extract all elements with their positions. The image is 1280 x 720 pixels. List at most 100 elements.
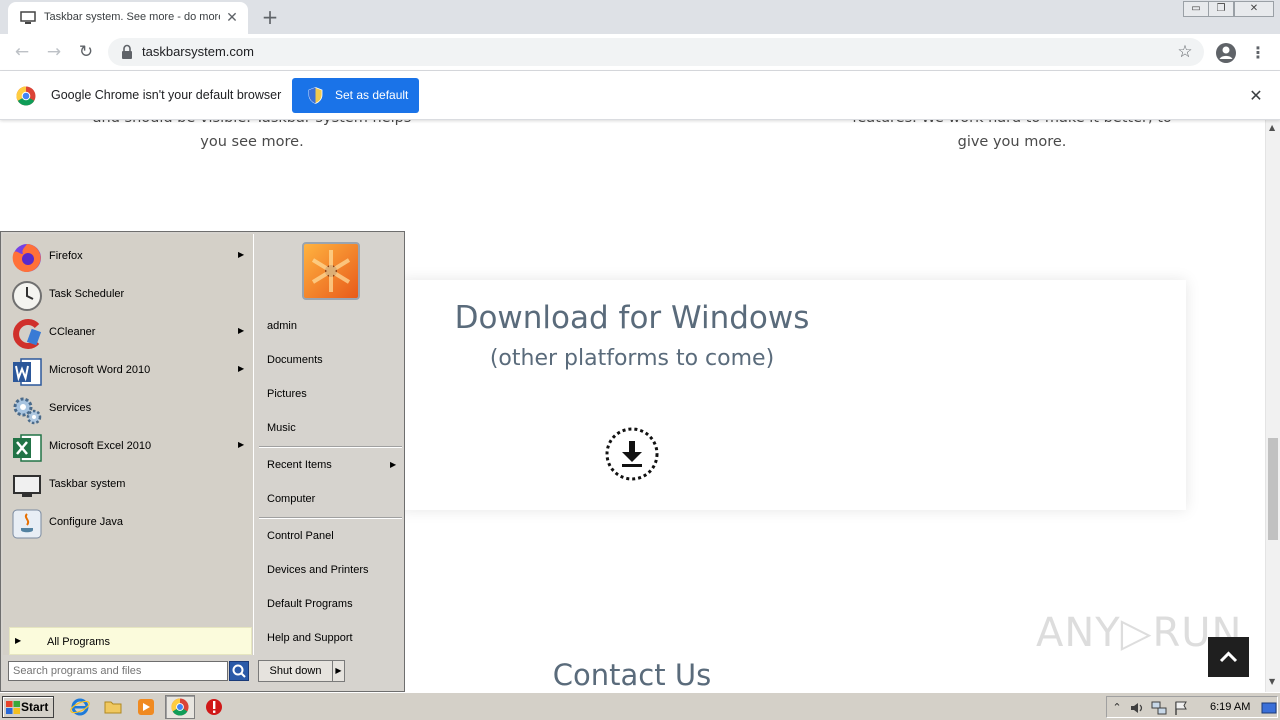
program-item-services[interactable]: Services — [9, 392, 253, 428]
profile-icon[interactable] — [1214, 41, 1238, 65]
place-label: Documents — [267, 354, 323, 366]
chevron-up-icon — [1219, 651, 1238, 663]
all-programs-arrow-icon: ▶ — [15, 636, 22, 645]
download-title: Download for Windows — [454, 300, 810, 336]
program-item-ccleaner[interactable]: CCleaner ▶ — [9, 316, 253, 352]
infobar-message: Google Chrome isn't your default browser — [51, 88, 282, 102]
program-label: Firefox — [49, 250, 83, 262]
place-item-pictures[interactable]: Pictures — [261, 383, 401, 407]
monitor-icon — [13, 475, 41, 497]
submenu-arrow-icon: ▶ — [238, 364, 245, 373]
windows-logo-icon — [6, 701, 20, 714]
shutdown-options-arrow-icon[interactable]: ▶ — [332, 660, 345, 682]
excel-icon — [13, 434, 42, 462]
back-button[interactable]: ← — [10, 40, 34, 64]
browser-tab[interactable]: Taskbar system. See more - do more ✕ — [8, 2, 248, 34]
download-icon[interactable] — [604, 426, 660, 482]
tray-expand-icon[interactable]: ⌃ — [1109, 700, 1125, 716]
program-item-excel[interactable]: Microsoft Excel 2010 ▶ — [9, 430, 253, 466]
tab-strip: Taskbar system. See more - do more ✕ + ▭… — [0, 0, 1280, 34]
all-programs-button[interactable]: ▶ All Programs — [9, 627, 252, 655]
network-icon[interactable] — [1151, 700, 1167, 716]
tab-title: Taskbar system. See more - do more — [44, 11, 220, 23]
place-item-admin[interactable]: admin — [261, 315, 401, 339]
show-desktop-icon[interactable] — [1261, 700, 1277, 716]
page-scrollbar[interactable]: ▲ ▼ — [1265, 120, 1280, 692]
reload-button[interactable]: ↻ — [74, 40, 98, 64]
program-label: Microsoft Word 2010 — [49, 364, 151, 376]
scroll-to-top-button[interactable] — [1208, 637, 1249, 677]
place-item-recent-items[interactable]: Recent Items ▶ — [261, 454, 401, 478]
url-text[interactable]: taskbarsystem.com — [142, 44, 254, 59]
monitor-icon — [20, 11, 36, 24]
bookmark-star-icon[interactable]: ☆ — [1174, 41, 1196, 63]
stop-sign-icon[interactable] — [204, 697, 224, 717]
place-item-music[interactable]: Music — [261, 417, 401, 441]
search-icon — [232, 664, 246, 678]
program-item-word[interactable]: Microsoft Word 2010 ▶ — [9, 354, 253, 390]
download-subtitle: (other platforms to come) — [489, 346, 775, 371]
browser-toolbar: ← → ↻ taskbarsystem.com ☆ ⋮ — [0, 34, 1280, 71]
taskbar-chrome-button[interactable] — [165, 695, 195, 719]
places-divider — [259, 517, 402, 519]
download-card: Download for Windows (other platforms to… — [400, 280, 1186, 510]
set-as-default-label: Set as default — [335, 88, 409, 102]
place-label: Default Programs — [267, 598, 353, 610]
program-label: Services — [49, 402, 92, 414]
start-search-button[interactable] — [229, 661, 249, 681]
user-avatar[interactable] — [302, 242, 360, 300]
place-label: Music — [267, 422, 296, 434]
start-search-input[interactable] — [8, 661, 228, 681]
start-menu: Firefox ▶ Task Scheduler CCleaner ▶ Micr… — [0, 231, 405, 692]
scroll-down-arrow-icon[interactable]: ▼ — [1269, 677, 1275, 686]
place-label: Recent Items — [267, 459, 332, 471]
tab-close-icon[interactable]: ✕ — [224, 10, 240, 26]
shutdown-button[interactable]: Shut down — [258, 660, 333, 682]
chrome-logo-icon — [16, 86, 36, 106]
maximize-button[interactable]: ❐ — [1208, 1, 1234, 17]
program-item-firefox[interactable]: Firefox ▶ — [9, 240, 253, 276]
program-label: Microsoft Excel 2010 — [49, 440, 152, 452]
clock-icon — [12, 281, 42, 311]
place-item-control-panel[interactable]: Control Panel — [261, 525, 401, 549]
program-item-task-scheduler[interactable]: Task Scheduler — [9, 278, 253, 314]
place-item-computer[interactable]: Computer — [261, 488, 401, 512]
default-browser-infobar: Google Chrome isn't your default browser… — [0, 71, 1280, 120]
folder-icon[interactable] — [103, 697, 123, 717]
action-center-flag-icon[interactable] — [1173, 700, 1189, 716]
lock-icon[interactable] — [120, 44, 134, 60]
feature-text-right: features. We work hard to make it better… — [852, 120, 1172, 150]
scroll-up-arrow-icon[interactable]: ▲ — [1269, 123, 1275, 132]
set-as-default-button[interactable]: Set as default — [292, 78, 419, 113]
place-item-help-and-support[interactable]: Help and Support — [261, 627, 401, 651]
contact-title: Contact Us — [552, 658, 712, 692]
program-label: Configure Java — [49, 516, 123, 528]
program-label: CCleaner — [49, 326, 96, 338]
gears-icon — [13, 397, 42, 425]
forward-button[interactable]: → — [42, 40, 66, 64]
address-bar[interactable]: taskbarsystem.com ☆ — [108, 38, 1204, 66]
ccleaner-icon — [13, 319, 42, 349]
submenu-arrow-icon: ▶ — [238, 440, 245, 449]
program-item-taskbar-system[interactable]: Taskbar system — [9, 468, 253, 504]
place-item-default-programs[interactable]: Default Programs — [261, 593, 401, 617]
close-window-button[interactable]: ✕ — [1234, 1, 1274, 17]
new-tab-button[interactable]: + — [258, 6, 282, 28]
infobar-close-icon[interactable]: ✕ — [1246, 86, 1266, 106]
place-label: Computer — [267, 493, 316, 505]
minimize-button[interactable]: ▭ — [1183, 1, 1209, 17]
start-button[interactable]: Start — [2, 696, 54, 718]
place-item-documents[interactable]: Documents — [261, 349, 401, 373]
place-item-devices-and-printers[interactable]: Devices and Printers — [261, 559, 401, 583]
internet-explorer-icon[interactable] — [70, 697, 90, 717]
media-player-icon[interactable] — [136, 697, 156, 717]
place-label: Devices and Printers — [267, 564, 369, 576]
scrollbar-thumb[interactable] — [1268, 438, 1278, 540]
taskbar-clock[interactable]: 6:19 AM — [1210, 701, 1250, 713]
system-tray: ⌃ 6:19 AM — [1106, 696, 1278, 718]
menu-icon[interactable]: ⋮ — [1248, 41, 1268, 65]
volume-icon[interactable] — [1129, 700, 1145, 716]
submenu-arrow-icon: ▶ — [238, 250, 245, 259]
program-item-configure-java[interactable]: Configure Java — [9, 506, 253, 542]
start-label: Start — [21, 700, 49, 714]
